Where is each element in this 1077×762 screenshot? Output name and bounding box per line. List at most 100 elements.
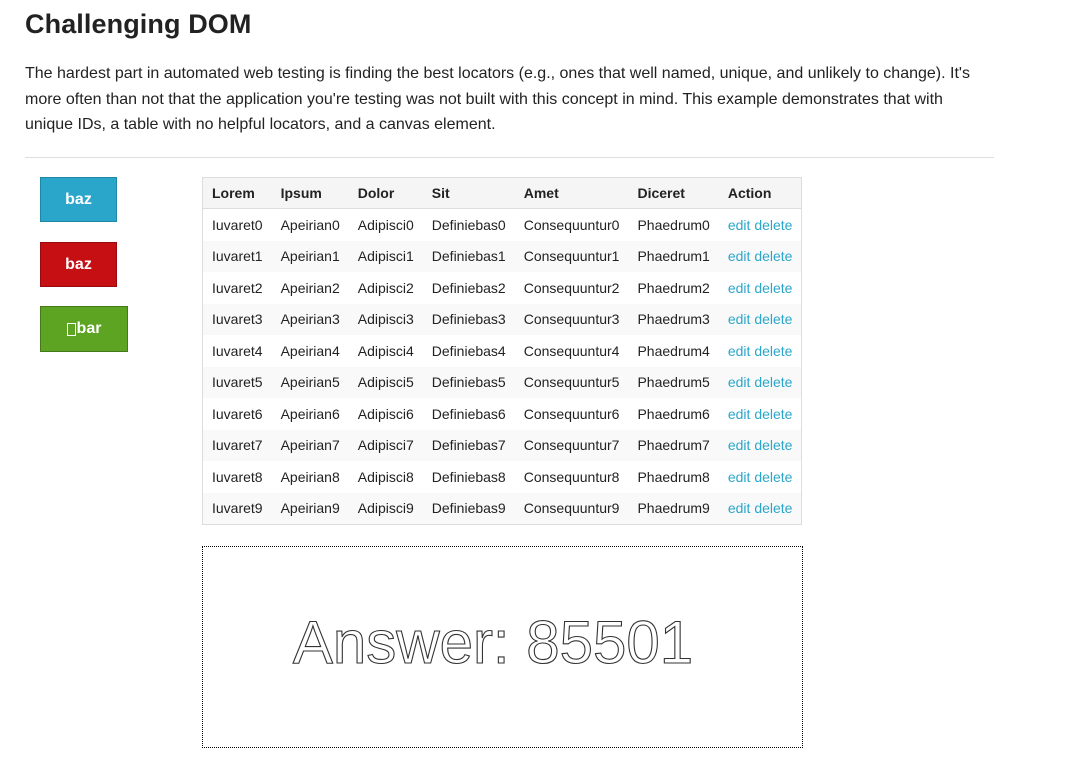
action-cell: edit delete — [718, 429, 802, 461]
edit-link[interactable]: edit — [728, 280, 751, 296]
table-cell: Adipisci0 — [357, 216, 414, 233]
table-cell: Iuvaret3 — [202, 303, 272, 335]
table-cell: Apeirian2 — [280, 279, 340, 296]
table-header-row: Lorem Ipsum Dolor Sit Amet Diceret Action — [202, 177, 802, 209]
table-cell: Apeirian1 — [271, 240, 349, 272]
action-cell: edit delete — [719, 461, 802, 493]
delete-link[interactable]: delete — [754, 469, 792, 485]
table-cell: Apeirian6 — [280, 405, 340, 422]
success-button[interactable]: bar — [40, 306, 128, 352]
canvas-drawing: Answer: 85501 — [292, 608, 693, 676]
table-cell: Iuvaret2 — [212, 279, 263, 296]
table-row: Iuvaret8 Apeirian8 Adipisci8 Definiebas8 Con… — [203, 461, 802, 493]
column-header-ipsum: Ipsum — [271, 177, 349, 209]
primary-button[interactable]: baz — [40, 177, 117, 222]
table-row: Iuvaret1 Apeirian1 Adipisci1 Definiebas1 Con… — [202, 240, 802, 272]
page-description: The hardest part in automated web testin… — [25, 65, 970, 134]
edit-link[interactable]: edit — [728, 343, 751, 359]
table-cell: Phaedrum3 — [628, 303, 719, 335]
table-cell: Consequuntur7 — [514, 429, 629, 461]
delete-link[interactable]: delete — [754, 500, 792, 516]
alert-button[interactable]: baz — [40, 242, 117, 287]
edit-link[interactable]: edit — [728, 248, 751, 264]
table-cell: Adipisci4 — [357, 342, 414, 359]
table-cell: Consequuntur3 — [514, 303, 629, 335]
table-cell: Adipisci3 — [348, 303, 423, 335]
table-cell: Apeirian9 — [271, 492, 349, 525]
success-button-label: bar — [76, 320, 102, 337]
table-cell: Phaedrum2 — [637, 279, 710, 296]
table-cell: Adipisci5 — [348, 366, 423, 398]
table-cell: Adipisci1 — [348, 240, 423, 272]
table-cell: Consequuntur4 — [523, 342, 620, 359]
action-cell: edit delete — [719, 335, 802, 367]
table-cell: Definiebas4 — [431, 342, 506, 359]
table-cell: Iuvaret6 — [212, 405, 263, 422]
table-cell: Phaedrum6 — [637, 405, 710, 422]
action-cell: edit delete — [718, 492, 802, 525]
table-cell: Phaedrum0 — [637, 216, 710, 233]
delete-link[interactable]: delete — [754, 248, 792, 264]
table-row: Iuvaret7 Apeirian7 Adipisci7 Definiebas7 Con… — [202, 429, 802, 461]
table-cell: Phaedrum4 — [637, 342, 710, 359]
action-cell: edit delete — [719, 209, 802, 241]
edit-link[interactable]: edit — [728, 217, 751, 233]
table-cell: Definiebas3 — [422, 303, 515, 335]
edit-link[interactable]: edit — [728, 500, 751, 516]
table-cell: Phaedrum9 — [628, 492, 719, 525]
table-cell: Consequuntur6 — [523, 405, 620, 422]
missing-glyph-icon — [66, 322, 76, 336]
data-table: Lorem Ipsum Dolor Sit Amet Diceret Action Iuva… — [202, 177, 803, 525]
edit-link[interactable]: edit — [728, 437, 751, 453]
column-header-sit: Sit — [422, 177, 515, 209]
table-row: Iuvaret2 Apeirian2 Adipisci2 Definiebas2 Con… — [203, 272, 802, 304]
table-row: Iuvaret6 Apeirian6 Adipisci6 Definiebas6 Con… — [203, 398, 802, 430]
table-cell: Definiebas6 — [431, 405, 506, 422]
action-cell: edit delete — [719, 398, 802, 430]
delete-link[interactable]: delete — [754, 343, 792, 359]
column-header-action: Action — [718, 177, 802, 209]
action-cell: edit delete — [718, 240, 802, 272]
edit-link[interactable]: edit — [728, 311, 751, 327]
table-cell: Adipisci6 — [357, 405, 414, 422]
table-cell: Consequuntur5 — [514, 366, 629, 398]
table-cell: Apeirian3 — [271, 303, 349, 335]
table-cell: Adipisci9 — [348, 492, 423, 525]
canvas-answer-text: Answer: 85501 — [293, 609, 693, 676]
page-title: Challenging DOM — [25, 9, 252, 39]
table-cell: Apeirian0 — [280, 216, 340, 233]
table-row: Iuvaret5 Apeirian5 Adipisci5 Definiebas5 Con… — [202, 366, 802, 398]
column-header-lorem: Lorem — [202, 177, 272, 209]
delete-link[interactable]: delete — [754, 217, 792, 233]
delete-link[interactable]: delete — [754, 406, 792, 422]
table-cell: Definiebas0 — [431, 216, 506, 233]
table-row: Iuvaret0 Apeirian0 Adipisci0 Definiebas0 Con… — [203, 209, 802, 241]
alert-button-label: baz — [65, 255, 92, 273]
table-cell: Consequuntur0 — [523, 216, 620, 233]
table-cell: Definiebas2 — [431, 279, 506, 296]
table-cell: Definiebas8 — [431, 468, 506, 485]
table-cell: Phaedrum8 — [637, 468, 710, 485]
table-row: Iuvaret9 Apeirian9 Adipisci9 Definiebas9 Con… — [202, 492, 802, 525]
table-cell: Adipisci8 — [357, 468, 414, 485]
table-cell: Iuvaret4 — [212, 342, 263, 359]
table-row: Iuvaret3 Apeirian3 Adipisci3 Definiebas3 Con… — [202, 303, 802, 335]
table-cell: Consequuntur9 — [514, 492, 629, 525]
delete-link[interactable]: delete — [754, 280, 792, 296]
table-cell: Iuvaret7 — [202, 429, 272, 461]
edit-link[interactable]: edit — [728, 469, 751, 485]
table-cell: Definiebas5 — [422, 366, 515, 398]
table-cell: Definiebas1 — [422, 240, 515, 272]
edit-link[interactable]: edit — [728, 406, 751, 422]
delete-link[interactable]: delete — [754, 437, 792, 453]
divider — [25, 157, 994, 158]
edit-link[interactable]: edit — [728, 374, 751, 390]
action-cell: edit delete — [718, 303, 802, 335]
answer-canvas: Answer: 85501 — [202, 546, 803, 748]
table-cell: Definiebas9 — [422, 492, 515, 525]
table-cell: Definiebas7 — [422, 429, 515, 461]
delete-link[interactable]: delete — [754, 374, 792, 390]
table-cell: Consequuntur1 — [514, 240, 629, 272]
table-cell: Apeirian7 — [271, 429, 349, 461]
delete-link[interactable]: delete — [754, 311, 792, 327]
